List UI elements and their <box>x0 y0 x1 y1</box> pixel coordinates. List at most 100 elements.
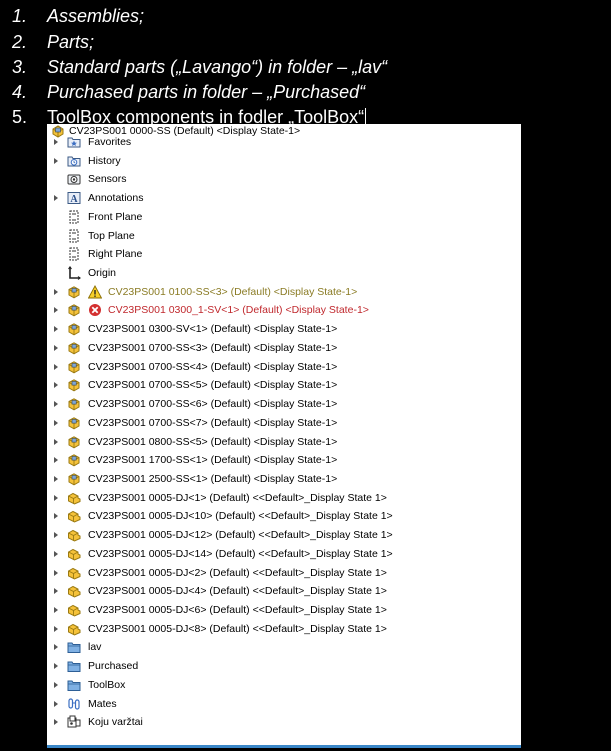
tree-item-label: CV23PS001 0005-DJ<1> (Default) <<Default… <box>88 491 387 504</box>
expand-arrow-icon[interactable] <box>54 457 58 464</box>
tree-item-label: Right Plane <box>88 248 143 261</box>
sensors-icon <box>67 172 81 186</box>
expand-arrow-icon[interactable] <box>54 494 58 501</box>
pattern-icon <box>67 715 81 729</box>
tree-item[interactable]: Right Plane <box>47 245 521 264</box>
tree-item[interactable]: CV23PS001 0700-SS<7> (Default) <Display … <box>47 414 521 433</box>
tree-item-label: Purchased <box>88 660 139 673</box>
tree-item[interactable]: CV23PS001 0300_1-SV<1> (Default) <Displa… <box>47 301 521 320</box>
tree-item-label: Koju varžtai <box>88 716 143 729</box>
expand-arrow-icon[interactable] <box>54 363 58 370</box>
tree-item[interactable]: Koju varžtai <box>47 713 521 732</box>
expand-arrow-icon[interactable] <box>54 344 58 351</box>
tree-item[interactable]: ToolBox <box>47 676 521 695</box>
tree-item[interactable]: Origin <box>47 264 521 283</box>
history-icon <box>67 154 81 168</box>
annotations-icon: A <box>67 191 81 205</box>
tree-item-label: Mates <box>88 697 117 710</box>
expand-arrow-icon[interactable] <box>54 401 58 408</box>
expand-arrow-icon[interactable] <box>54 195 58 202</box>
expand-arrow-icon[interactable] <box>54 419 58 426</box>
tree-item[interactable]: CV23PS001 0005-DJ<1> (Default) <<Default… <box>47 489 521 508</box>
assembly-icon <box>67 416 81 430</box>
tree-item[interactable]: CV23PS001 0700-SS<4> (Default) <Display … <box>47 358 521 377</box>
instruction-number: 3. <box>12 57 28 77</box>
tree-item[interactable]: CV23PS001 0005-DJ<8> (Default) <<Default… <box>47 620 521 639</box>
instruction-number: 5. <box>12 107 28 127</box>
part-icon <box>67 509 81 523</box>
expand-arrow-icon[interactable] <box>54 625 58 632</box>
expand-arrow-icon[interactable] <box>54 550 58 557</box>
tree-item[interactable]: CV23PS001 0005-DJ<2> (Default) <<Default… <box>47 564 521 583</box>
tree-item-label: Sensors <box>88 173 127 186</box>
expand-arrow-icon[interactable] <box>54 139 58 145</box>
tree-item-label: CV23PS001 0700-SS<4> (Default) <Display … <box>88 360 338 373</box>
tree-item[interactable]: Front Plane <box>47 208 521 227</box>
tree-item[interactable]: Purchased <box>47 657 521 676</box>
tree-item[interactable]: CV23PS001 0700-SS<3> (Default) <Display … <box>47 339 521 358</box>
expand-arrow-icon[interactable] <box>54 288 58 295</box>
assembly-icon <box>67 341 81 355</box>
part-icon <box>67 584 81 598</box>
instruction-number: 2. <box>12 32 28 52</box>
expand-arrow-icon[interactable] <box>54 382 58 389</box>
tree-item-label: CV23PS001 0800-SS<5> (Default) <Display … <box>88 435 338 448</box>
folder-icon <box>67 659 81 673</box>
expand-arrow-icon[interactable] <box>54 588 58 595</box>
tree-item[interactable]: CV23PS001 0700-SS<5> (Default) <Display … <box>47 376 521 395</box>
plane-icon <box>67 229 81 243</box>
expand-arrow-icon[interactable] <box>54 569 58 576</box>
part-icon <box>67 566 81 580</box>
feature-manager-tree[interactable]: CV23PS001 0000-SS (Default) <Display Sta… <box>47 124 521 748</box>
tree-item-label: ToolBox <box>88 678 126 691</box>
instruction-text: Parts; <box>47 32 95 52</box>
expand-arrow-icon[interactable] <box>54 532 58 539</box>
tree-item[interactable]: CV23PS001 0005-DJ<10> (Default) <<Defaul… <box>47 507 521 526</box>
tree-item[interactable]: CV23PS001 0800-SS<5> (Default) <Display … <box>47 433 521 452</box>
tree-item[interactable]: CV23PS001 0005-DJ<6> (Default) <<Default… <box>47 601 521 620</box>
tree-item-label: CV23PS001 0005-DJ<6> (Default) <<Default… <box>88 604 387 616</box>
favorites-icon <box>67 135 81 149</box>
tree-item[interactable]: Favorites <box>47 133 521 152</box>
expand-arrow-icon[interactable] <box>54 157 58 164</box>
tree-item[interactable]: CV23PS001 0005-DJ<4> (Default) <<Default… <box>47 582 521 601</box>
tree-item[interactable]: Mates <box>47 695 521 714</box>
expand-arrow-icon[interactable] <box>54 513 58 520</box>
assembly-icon <box>67 397 81 411</box>
expand-arrow-icon[interactable] <box>54 307 58 314</box>
folder-icon <box>67 640 81 654</box>
tree-item[interactable]: CV23PS001 0700-SS<6> (Default) <Display … <box>47 395 521 414</box>
tree-item[interactable]: lav <box>47 638 521 657</box>
instruction-number: 4. <box>12 82 28 102</box>
tree-item[interactable]: CV23PS001 1700-SS<1> (Default) <Display … <box>47 451 521 470</box>
assembly-icon <box>67 435 81 449</box>
tree-item[interactable]: Sensors <box>47 170 521 189</box>
expand-arrow-icon[interactable] <box>54 644 58 651</box>
expand-arrow-icon[interactable] <box>54 663 58 670</box>
assembly-icon <box>67 378 81 392</box>
expand-arrow-icon[interactable] <box>54 326 58 333</box>
tree-item[interactable]: CV23PS001 2500-SS<1> (Default) <Display … <box>47 470 521 489</box>
expand-arrow-icon[interactable] <box>54 681 58 688</box>
assembly-icon <box>67 322 81 336</box>
expand-arrow-icon[interactable] <box>54 607 58 613</box>
expand-arrow-icon[interactable] <box>54 719 58 726</box>
expand-arrow-icon[interactable] <box>54 700 58 707</box>
tree-item[interactable]: CV23PS001 0005-DJ<12> (Default) <<Defaul… <box>47 526 521 545</box>
tree-item[interactable]: A Annotations <box>47 189 521 208</box>
tree-item[interactable]: CV23PS001 0005-DJ<14> (Default) <<Defaul… <box>47 545 521 564</box>
tree-bottom-border <box>47 745 521 748</box>
tree-item[interactable]: CV23PS001 0100-SS<3> (Default) <Display … <box>47 283 521 302</box>
mates-icon <box>67 697 81 711</box>
tree-item[interactable]: CV23PS001 0300-SV<1> (Default) <Display … <box>47 320 521 339</box>
tree-item[interactable]: History <box>47 152 521 171</box>
assembly-icon <box>67 360 81 374</box>
tree-item-label: CV23PS001 0700-SS<6> (Default) <Display … <box>88 398 338 411</box>
expand-arrow-icon[interactable] <box>54 475 58 482</box>
warning-icon <box>88 284 102 299</box>
expand-arrow-icon[interactable] <box>54 438 58 445</box>
tree-item[interactable]: Top Plane <box>47 227 521 246</box>
part-icon <box>67 491 81 505</box>
part-icon <box>67 528 81 542</box>
instruction-number: 1. <box>12 6 28 26</box>
